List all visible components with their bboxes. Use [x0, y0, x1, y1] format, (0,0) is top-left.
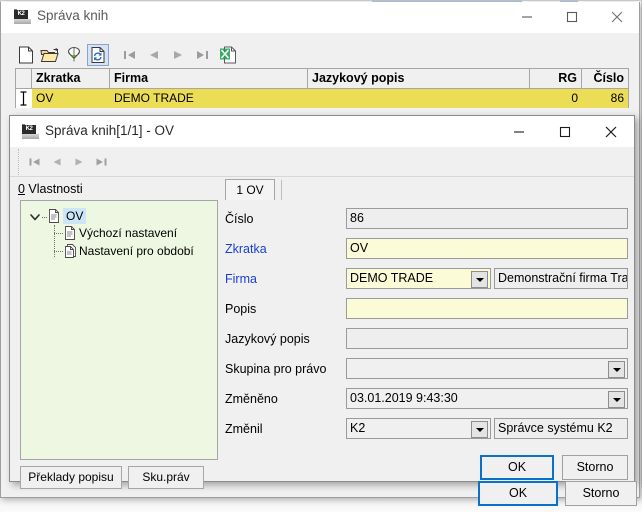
cell-zkratka[interactable]: OV — [32, 89, 110, 108]
zmenil-description-field[interactable]: Správce systému K2 — [494, 418, 628, 439]
cell-rg[interactable]: 0 — [530, 89, 582, 108]
tree-connector — [42, 217, 47, 218]
refresh-document-icon[interactable] — [87, 44, 109, 66]
chevron-down-icon[interactable] — [608, 361, 625, 378]
label-skupina-pro-pravo: Skupina pro právo — [225, 362, 327, 376]
grid-header-rg[interactable]: RG — [530, 69, 582, 88]
previous-record-icon[interactable] — [47, 152, 67, 172]
tree-connector — [54, 251, 63, 252]
main-window: K2 Správa knih Zkratka Firma Jazykový po… — [0, 2, 640, 498]
maximize-icon[interactable] — [549, 2, 594, 32]
label-cislo: Číslo — [225, 212, 254, 226]
books-grid[interactable]: Zkratka Firma Jazykový popis RG Číslo OV… — [15, 68, 629, 108]
table-row[interactable]: OV DEMO TRADE 0 86 — [16, 89, 628, 108]
filter-icon[interactable] — [63, 44, 85, 66]
grid-header-cislo[interactable]: Číslo — [582, 69, 628, 88]
last-record-icon[interactable] — [191, 44, 213, 66]
properties-accesskey: 0 — [18, 182, 25, 196]
skupina-pro-pravo-combo[interactable] — [346, 358, 628, 379]
last-record-icon[interactable] — [91, 152, 111, 172]
label-jazykovy-popis: Jazykový popis — [225, 332, 310, 346]
excel-export-icon[interactable] — [217, 44, 239, 66]
cell-firma[interactable]: DEMO TRADE — [110, 89, 308, 108]
jazykovy-popis-field[interactable] — [346, 328, 628, 349]
label-zmenil: Změnil — [225, 422, 263, 436]
child-ok-button[interactable]: OK — [480, 455, 554, 480]
minimize-icon[interactable] — [504, 2, 549, 32]
zkratka-field[interactable]: OV — [346, 238, 628, 259]
tree-item-vychozi-nastaveni[interactable]: Výchozí nastavení — [79, 225, 177, 241]
tab-divider — [281, 180, 282, 200]
next-record-icon[interactable] — [69, 152, 89, 172]
child-dialog-titlebar[interactable]: K2 Správa knih[1/1] - OV — [10, 116, 634, 147]
next-record-icon[interactable] — [167, 44, 189, 66]
maximize-icon[interactable] — [542, 116, 587, 147]
main-cancel-button[interactable]: Storno — [565, 481, 637, 506]
description-translations-button[interactable]: Překlady popisu — [20, 466, 122, 489]
label-firma: Firma — [225, 272, 257, 286]
close-icon[interactable] — [594, 2, 639, 32]
document-icon — [48, 209, 60, 223]
main-ok-button[interactable]: OK — [478, 481, 558, 506]
cell-cislo[interactable]: 86 — [582, 89, 628, 108]
firma-description-field[interactable]: Demonstrační firma Trade, — [494, 268, 628, 289]
first-record-icon[interactable] — [25, 152, 45, 172]
zmenil-value: K2 — [350, 421, 366, 435]
document-icon — [64, 226, 76, 240]
new-document-icon[interactable] — [15, 44, 37, 66]
grid-toolbar — [15, 42, 627, 68]
zmeneno-field[interactable]: 03.01.2019 9:43:30 — [346, 388, 628, 409]
main-titlebar[interactable]: K2 Správa knih — [1, 2, 639, 33]
close-icon[interactable] — [588, 116, 633, 147]
label-zkratka: Zkratka — [225, 242, 267, 256]
tree-connector — [54, 233, 63, 234]
documents-icon — [64, 244, 76, 258]
chevron-down-icon[interactable] — [608, 391, 625, 408]
popis-field[interactable] — [346, 298, 628, 319]
firma-combo[interactable]: DEMO TRADE — [346, 268, 491, 289]
cell-jazykovy-popis[interactable] — [308, 89, 530, 108]
first-record-icon[interactable] — [119, 44, 141, 66]
grid-header-row: Zkratka Firma Jazykový popis RG Číslo — [16, 69, 628, 89]
rights-group-button[interactable]: Sku.práv — [128, 466, 204, 489]
properties-tree[interactable]: OV Výchozí nastavení Nastavení pro obdob… — [20, 200, 218, 460]
firma-combo-value: DEMO TRADE — [350, 271, 434, 285]
main-window-title: Správa knih — [37, 8, 109, 23]
tabstrip: 1 OV — [225, 179, 630, 201]
zmenil-combo[interactable]: K2 — [346, 418, 491, 439]
zmeneno-value: 03.01.2019 9:43:30 — [350, 391, 458, 405]
k2-app-icon: K2 — [14, 9, 32, 25]
properties-label-text: Vlastnosti — [24, 182, 83, 196]
previous-record-icon[interactable] — [143, 44, 165, 66]
open-folder-icon[interactable] — [39, 44, 61, 66]
child-dialog-title: Správa knih[1/1] - OV — [45, 123, 175, 138]
label-popis: Popis — [225, 302, 257, 316]
k2-app-icon: K2 — [22, 124, 40, 140]
grid-header-zkratka[interactable]: Zkratka — [32, 69, 110, 88]
text-cursor-icon — [20, 91, 27, 106]
cislo-field[interactable]: 86 — [346, 208, 628, 229]
tree-guide-line — [54, 225, 55, 257]
child-cancel-button[interactable]: Storno — [562, 455, 628, 480]
properties-label: 0 Vlastnosti — [18, 182, 83, 196]
chevron-down-icon[interactable] — [29, 211, 41, 223]
book-detail-dialog: K2 Správa knih[1/1] - OV 0 Vlastnosti OV… — [9, 115, 635, 489]
child-nav-toolbar — [18, 149, 628, 175]
tree-item-ov[interactable]: OV — [63, 208, 87, 224]
minimize-icon[interactable] — [496, 116, 541, 147]
row-indicator-cell — [16, 89, 32, 108]
chevron-down-icon[interactable] — [471, 421, 488, 438]
label-zmeneno: Změněno — [225, 392, 278, 406]
grid-header-indicator — [16, 69, 32, 88]
toolbar-separator — [10, 176, 634, 177]
tab-1-ov[interactable]: 1 OV — [225, 179, 275, 200]
tree-item-nastaveni-pro-obdobi[interactable]: Nastavení pro období — [79, 243, 194, 259]
grid-header-jazykovy-popis[interactable]: Jazykový popis — [308, 69, 530, 88]
grid-header-firma[interactable]: Firma — [110, 69, 308, 88]
chevron-down-icon[interactable] — [471, 271, 488, 288]
